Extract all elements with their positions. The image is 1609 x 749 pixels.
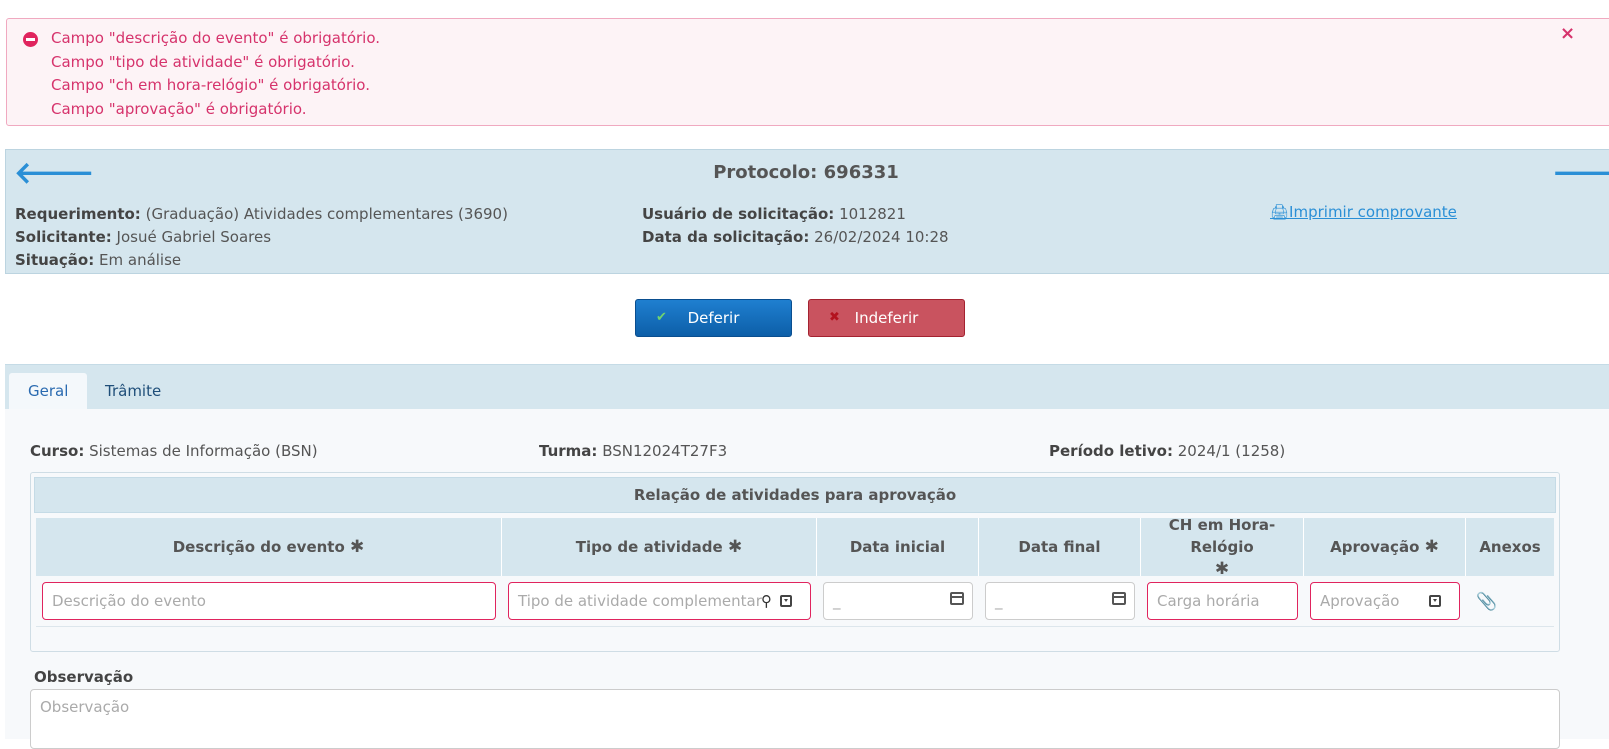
alert-message: Campo "descrição do evento" é obrigatóri…: [51, 29, 381, 47]
dropdown-icon[interactable]: [1429, 595, 1441, 607]
data-final-value: _: [995, 592, 1003, 610]
print-receipt-link[interactable]: 🖨Imprimir comprovante: [1270, 203, 1457, 221]
situacao-label: Situação:: [15, 251, 95, 269]
periodo-label: Período letivo:: [1049, 442, 1173, 460]
column-label: Aprovação: [1330, 538, 1420, 556]
column-header-aprovacao: Aprovação ✱: [1304, 518, 1466, 576]
aprovacao-placeholder: Aprovação: [1320, 592, 1400, 610]
data-label: Data da solicitação:: [642, 228, 810, 246]
column-label: Descrição do evento: [172, 538, 345, 556]
tab-geral[interactable]: Geral: [9, 373, 88, 410]
deferir-button[interactable]: ✔ Deferir: [635, 299, 792, 337]
required-asterisk-icon: ✱: [727, 537, 743, 557]
printer-icon: 🖨: [1270, 203, 1290, 221]
column-header-anexos: Anexos: [1466, 518, 1554, 576]
check-icon: ✔: [656, 310, 667, 325]
indeferir-label: Indeferir: [854, 309, 919, 327]
column-header-ch: CH em Hora-Relógio ✱: [1141, 516, 1304, 579]
print-label: Imprimir comprovante: [1289, 203, 1457, 221]
column-label: Anexos: [1479, 538, 1541, 556]
close-icon[interactable]: ×: [1560, 23, 1575, 44]
turma-label: Turma:: [539, 442, 598, 460]
data-final-input[interactable]: _: [985, 582, 1135, 620]
usuario-label: Usuário de solicitação:: [642, 205, 835, 223]
paperclip-icon[interactable]: 📎: [1476, 592, 1497, 612]
column-label: CH em Hora-Relógio: [1168, 516, 1276, 556]
minus-circle-icon: [23, 32, 38, 47]
data-value: 26/02/2024 10:28: [814, 228, 949, 246]
solicitante-label: Solicitante:: [15, 228, 112, 246]
tab-tramite[interactable]: Trâmite: [86, 373, 180, 410]
alert-messages: Campo "descrição do evento" é obrigatóri…: [51, 27, 380, 121]
aprovacao-select[interactable]: Aprovação: [1310, 582, 1460, 620]
alert-message: Campo "ch em hora-relógio" é obrigatório…: [51, 76, 370, 94]
request-info-middle: Usuário de solicitação: 1012821 Data da …: [642, 203, 949, 249]
tabs-bar: Geral Trâmite: [5, 364, 1609, 410]
usuario-value: 1012821: [839, 205, 906, 223]
request-header: 🡐 🡒 Protocolo: 696331 Requerimento: (Gra…: [5, 149, 1609, 274]
requerimento-value: (Graduação) Atividades complementares (3…: [145, 205, 508, 223]
data-inicial-value: _: [833, 592, 841, 610]
column-header-tipo: Tipo de atividade ✱: [502, 518, 817, 576]
column-header-data-inicial: Data inicial: [817, 518, 979, 576]
carga-horaria-input[interactable]: Carga horária: [1147, 582, 1298, 620]
x-icon: ✖: [829, 310, 840, 325]
column-label: Tipo de atividade: [575, 538, 723, 556]
column-label: Data final: [1018, 538, 1101, 556]
tipo-placeholder: Tipo de atividade complementar: [518, 592, 762, 610]
observacao-label: Observação: [34, 668, 134, 686]
periodo-value: 2024/1 (1258): [1177, 442, 1286, 460]
curso-field: Curso: Sistemas de Informação (BSN): [30, 442, 318, 460]
alert-message: Campo "aprovação" é obrigatório.: [51, 99, 307, 118]
indeferir-button[interactable]: ✖ Indeferir: [808, 299, 965, 337]
turma-field: Turma: BSN12024T27F3: [539, 442, 727, 460]
table-title: Relação de atividades para aprovação: [34, 477, 1556, 513]
curso-value: Sistemas de Informação (BSN): [89, 442, 318, 460]
protocol-title: Protocolo: 696331: [6, 162, 1606, 183]
calendar-icon[interactable]: [1112, 592, 1126, 605]
request-info-left: Requerimento: (Graduação) Atividades com…: [15, 203, 508, 272]
observacao-textarea[interactable]: Observação: [30, 689, 1560, 749]
protocol-label: Protocolo:: [713, 162, 818, 183]
error-alert: Campo "descrição do evento" é obrigatóri…: [6, 18, 1609, 126]
required-asterisk-icon: ✱: [350, 537, 365, 557]
alert-message: Campo "tipo de atividade" é obrigatório.: [51, 52, 355, 71]
required-asterisk-icon: ✱: [1424, 537, 1439, 557]
deferir-label: Deferir: [687, 309, 740, 327]
data-inicial-input[interactable]: _: [823, 582, 973, 620]
situacao-value: Em análise: [99, 251, 182, 269]
search-icon[interactable]: ⚲: [761, 583, 772, 619]
requerimento-label: Requerimento:: [15, 205, 141, 223]
dropdown-icon[interactable]: [780, 595, 792, 607]
protocol-value: 696331: [823, 162, 899, 183]
descricao-input[interactable]: Descrição do evento: [42, 582, 496, 620]
tipo-atividade-input[interactable]: Tipo de atividade complementar ⚲: [508, 582, 811, 620]
periodo-field: Período letivo: 2024/1 (1258): [1049, 442, 1285, 460]
turma-value: BSN12024T27F3: [602, 442, 728, 460]
solicitante-value: Josué Gabriel Soares: [116, 228, 272, 246]
column-label: Data inicial: [849, 538, 946, 556]
column-header-descricao: Descrição do evento ✱: [36, 518, 502, 576]
curso-label: Curso:: [30, 442, 85, 460]
column-header-data-final: Data final: [979, 518, 1141, 576]
calendar-icon[interactable]: [950, 592, 964, 605]
